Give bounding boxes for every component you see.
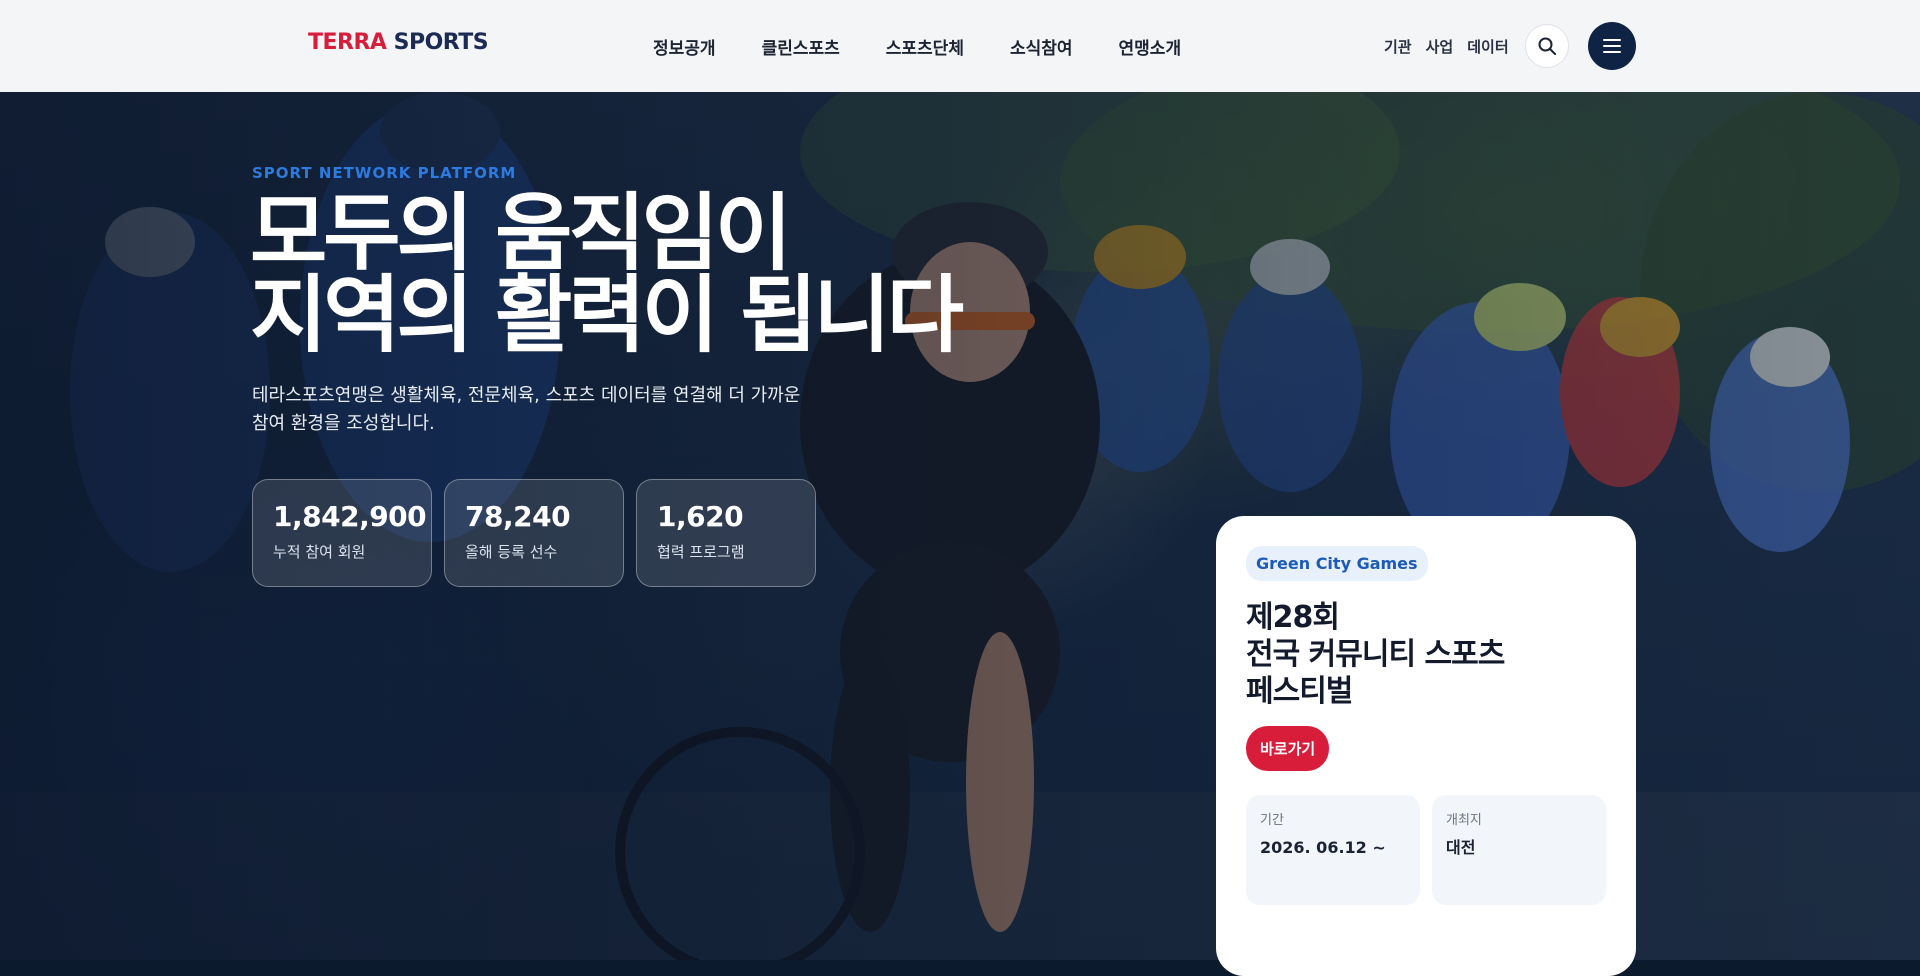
utility-nav: 기관 사업 데이터 [1384, 0, 1569, 92]
nav-item-news[interactable]: 소식참여 [1010, 34, 1073, 59]
event-info-row: 기간 2026. 06.12 ~ 개최지 대전 [1246, 795, 1606, 905]
event-title-line-1: 제28회 [1246, 600, 1340, 635]
stat-value: 1,620 [657, 500, 744, 533]
event-title-line-3: 페스티벌 [1246, 674, 1353, 709]
event-venue-value: 대전 [1446, 838, 1476, 857]
logo-primary: TERRA [308, 30, 387, 55]
nav-item-sports-org[interactable]: 스포츠단체 [886, 34, 964, 59]
event-venue: 개최지 대전 [1432, 795, 1606, 905]
nav-item-info[interactable]: 정보공개 [653, 34, 716, 59]
event-period-label: 기간 [1260, 813, 1284, 828]
search-button[interactable] [1524, 24, 1569, 68]
utility-link-business[interactable]: 사업 [1426, 36, 1454, 57]
event-title-line-2: 전국 커뮤니티 스포츠 [1246, 637, 1505, 672]
event-period: 기간 2026. 06.12 ~ [1246, 795, 1420, 905]
stat-value: 78,240 [465, 500, 571, 533]
stat-card-athletes: 78,240 올해 등록 선수 [444, 479, 624, 587]
site-header: TERRA SPORTS 정보공개 클린스포츠 스포츠단체 소식참여 연맹소개 … [0, 0, 1920, 92]
nav-item-clean-sports[interactable]: 클린스포츠 [762, 34, 840, 59]
utility-link-data[interactable]: 데이터 [1467, 36, 1508, 57]
event-title: 제28회 전국 커뮤니티 스포츠 페스티벌 [1246, 599, 1606, 710]
event-venue-label: 개최지 [1446, 813, 1482, 828]
hero-kicker: SPORT NETWORK PLATFORM [252, 164, 517, 182]
hamburger-menu-button[interactable] [1588, 22, 1636, 70]
main-nav: 정보공개 클린스포츠 스포츠단체 소식참여 연맹소개 [653, 0, 1227, 92]
hero-description: 테라스포츠연맹은 생활체육, 전문체육, 스포츠 데이터를 연결해 더 가까운 … [252, 385, 801, 434]
stat-value: 1,842,900 [273, 500, 427, 533]
event-category-chip: Green City Games [1246, 546, 1428, 581]
utility-link-org[interactable]: 기관 [1384, 36, 1412, 57]
event-card: Green City Games 제28회 전국 커뮤니티 스포츠 페스티벌 바… [1216, 516, 1636, 976]
hero-headline: 모두의 움직임이 지역의 활력이 됩니다 [250, 191, 964, 357]
stat-card-programs: 1,620 협력 프로그램 [636, 479, 816, 587]
hamburger-menu-icon [1603, 39, 1621, 41]
stat-label: 누적 참여 회원 [273, 543, 366, 561]
stat-label: 올해 등록 선수 [465, 543, 558, 561]
event-go-button[interactable]: 바로가기 [1246, 726, 1330, 771]
logo-secondary: SPORTS [393, 30, 489, 55]
site-logo[interactable]: TERRA SPORTS [308, 30, 489, 55]
stat-label: 협력 프로그램 [657, 543, 745, 561]
search-icon [1538, 37, 1556, 55]
hero-headline-line-2: 지역의 활력이 됩니다 [250, 266, 964, 364]
hero-stats: 1,842,900 누적 참여 회원 78,240 올해 등록 선수 1,620… [252, 479, 816, 587]
nav-item-about[interactable]: 연맹소개 [1119, 34, 1182, 59]
event-period-value: 2026. 06.12 ~ [1260, 838, 1386, 857]
stat-card-members: 1,842,900 누적 참여 회원 [252, 479, 432, 587]
